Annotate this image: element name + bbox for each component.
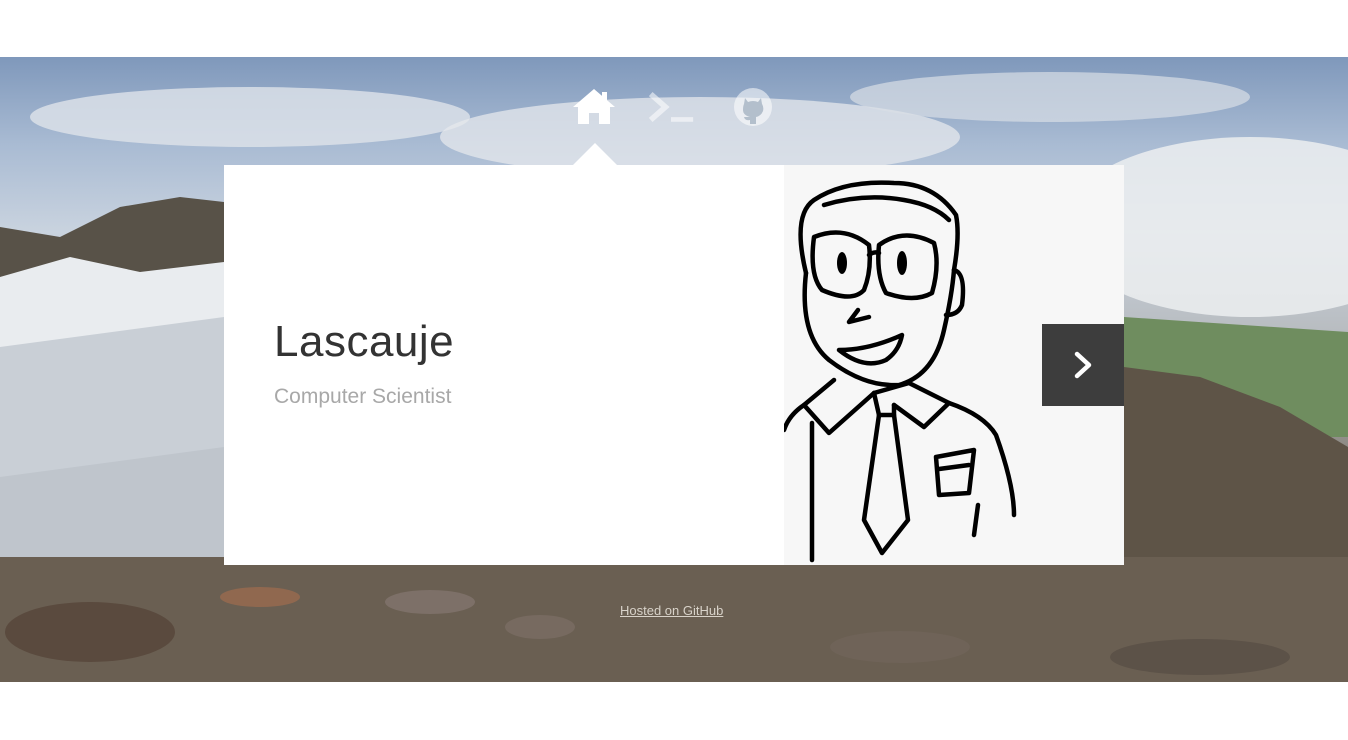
home-icon[interactable]	[570, 84, 618, 130]
hosted-on-github-link[interactable]: Hosted on GitHub	[620, 603, 723, 618]
terminal-icon[interactable]	[647, 84, 695, 130]
active-nav-pointer	[573, 143, 617, 165]
profile-name: Lascauje	[274, 317, 455, 366]
profile-card: Lascauje Computer Scientist	[224, 165, 1124, 565]
profile-title: Computer Scientist	[274, 385, 452, 408]
github-icon[interactable]	[729, 84, 777, 130]
chevron-right-icon	[1074, 351, 1092, 379]
top-navigation	[570, 84, 780, 132]
next-button[interactable]	[1042, 324, 1124, 406]
